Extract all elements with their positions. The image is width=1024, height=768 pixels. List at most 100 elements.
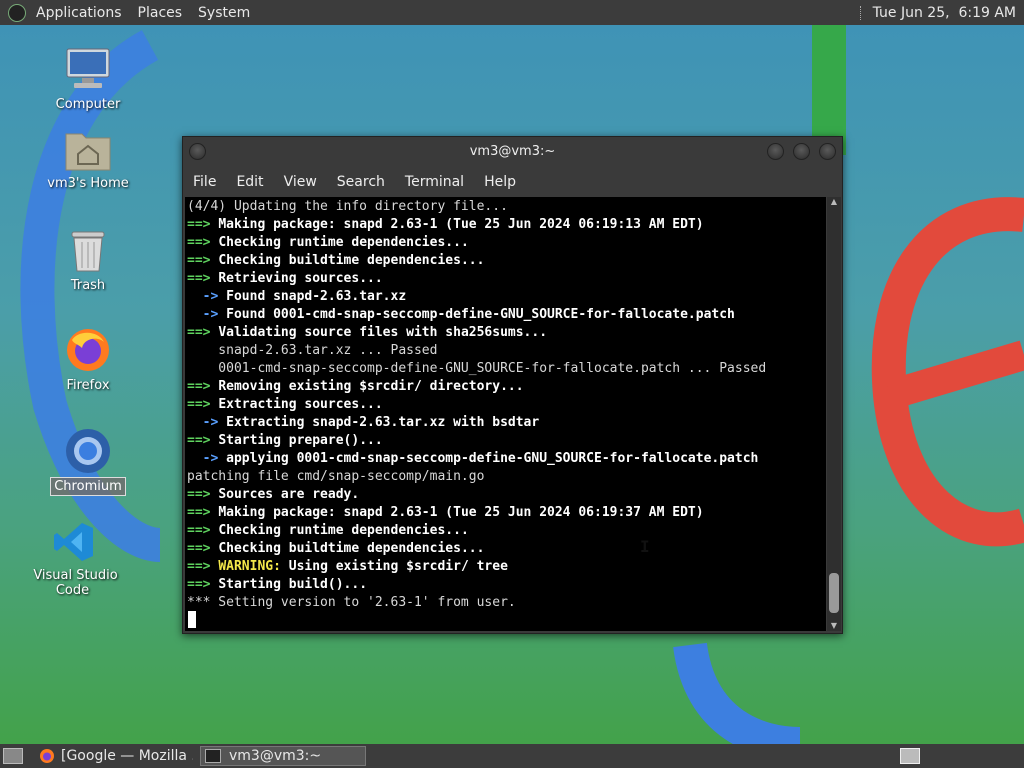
terminal-line-segment: ==> — [187, 235, 219, 250]
terminal-line-segment: patching file cmd/snap-seccomp/main.go — [187, 469, 485, 484]
terminal-line-segment: 0001-cmd-snap-seccomp-define-GNU_SOURCE-… — [187, 361, 767, 376]
terminal-line-segment: Starting build()... — [218, 577, 368, 592]
terminal-line-segment: ==> — [187, 523, 219, 538]
terminal-line-segment: Found 0001-cmd-snap-seccomp-define-GNU_S… — [226, 307, 735, 322]
terminal-line-segment: Extracting snapd-2.63.tar.xz with bsdtar — [226, 415, 540, 430]
menu-file[interactable]: File — [183, 174, 226, 190]
terminal-line-segment: *** Setting version to '2.63-1' from use… — [187, 595, 516, 610]
terminal-line-segment: -> — [187, 289, 227, 304]
desktop-icon-home[interactable]: vm3's Home — [33, 128, 143, 191]
terminal-line-segment: Removing existing $srcdir/ directory... — [218, 379, 524, 394]
scrollbar[interactable]: ▲ ▼ — [827, 197, 841, 631]
menu-terminal[interactable]: Terminal — [395, 174, 474, 190]
terminal-line-segment: applying 0001-cmd-snap-seccomp-define-GN… — [226, 451, 759, 466]
terminal-line-segment: Starting prepare()... — [218, 433, 383, 448]
show-desktop-button[interactable] — [3, 748, 23, 764]
terminal-icon — [205, 749, 221, 763]
minimize-button[interactable] — [767, 143, 784, 160]
maximize-button[interactable] — [793, 143, 810, 160]
desktop-icon-label: Computer — [55, 97, 121, 112]
places-menu[interactable]: Places — [130, 5, 191, 21]
home-folder-icon — [65, 133, 111, 171]
terminal-text: (4/4) Updating the info directory file..… — [185, 197, 826, 613]
terminal-line-segment: ==> — [187, 487, 219, 502]
scroll-up-arrow-icon[interactable]: ▲ — [827, 197, 841, 207]
terminal-line: ==> Checking buildtime dependencies... — [187, 540, 824, 558]
terminal-line: -> Extracting snapd-2.63.tar.xz with bsd… — [187, 414, 824, 432]
desktop-icon-vscode[interactable]: Visual Studio Code — [18, 520, 130, 598]
vscode-icon — [54, 523, 93, 561]
terminal-line-segment: Sources are ready. — [218, 487, 360, 502]
terminal-line-segment: Checking runtime dependencies... — [218, 523, 469, 538]
terminal-line: ==> Sources are ready. — [187, 486, 824, 504]
clock-area[interactable]: Tue Jun 25, 6:19 AM — [859, 0, 1020, 25]
window-titlebar[interactable]: vm3@vm3:~ — [183, 137, 842, 167]
terminal-menubar: File Edit View Search Terminal Help — [183, 167, 842, 197]
terminal-line: ==> Checking runtime dependencies... — [187, 234, 824, 252]
terminal-output[interactable]: (4/4) Updating the info directory file..… — [185, 197, 826, 631]
terminal-line-segment: ==> — [187, 253, 219, 268]
window-menu-button[interactable] — [189, 143, 206, 160]
terminal-line-segment: snapd-2.63.tar.xz ... Passed — [187, 343, 438, 358]
clock[interactable]: Tue Jun 25, 6:19 AM — [873, 5, 1020, 21]
terminal-line-segment: ==> — [187, 559, 219, 574]
text-cursor — [188, 611, 196, 628]
terminal-line: ==> Starting prepare()... — [187, 432, 824, 450]
terminal-line-segment: -> — [187, 451, 227, 466]
menu-view[interactable]: View — [274, 174, 327, 190]
terminal-line: ==> Retrieving sources... — [187, 270, 824, 288]
terminal-line-segment: ==> — [187, 217, 219, 232]
terminal-line-segment: ==> — [187, 271, 219, 286]
terminal-line: ==> Starting build()... — [187, 576, 824, 594]
terminal-line: 0001-cmd-snap-seccomp-define-GNU_SOURCE-… — [187, 360, 824, 378]
computer-icon — [66, 48, 110, 88]
terminal-line: -> Found snapd-2.63.tar.xz — [187, 288, 824, 306]
terminal-line-segment: WARNING: — [218, 559, 281, 574]
scroll-down-arrow-icon[interactable]: ▼ — [827, 621, 841, 631]
top-panel: Applications Places System Tue Jun 25, 6… — [0, 0, 1024, 25]
desktop-icon-computer[interactable]: Computer — [33, 45, 143, 112]
scrollbar-thumb[interactable] — [829, 573, 839, 613]
workspace-switcher[interactable] — [900, 748, 920, 764]
firefox-icon — [67, 329, 109, 371]
terminal-line-segment: Using existing $srcdir/ tree — [280, 559, 508, 574]
terminal-line: -> applying 0001-cmd-snap-seccomp-define… — [187, 450, 824, 468]
system-menu[interactable]: System — [190, 5, 258, 21]
desktop-icon-chromium[interactable]: Chromium — [33, 427, 143, 496]
menu-search[interactable]: Search — [327, 174, 395, 190]
terminal-line: ==> WARNING: Using existing $srcdir/ tre… — [187, 558, 824, 576]
terminal-line-segment: Checking buildtime dependencies... — [218, 541, 485, 556]
taskbar-item-firefox[interactable]: [Google — Mozilla ... — [35, 746, 197, 766]
terminal-line-segment: ==> — [187, 397, 219, 412]
terminal-line-segment: Making package: snapd 2.63-1 (Tue 25 Jun… — [218, 217, 704, 232]
close-button[interactable] — [819, 143, 836, 160]
terminal-line-segment: -> — [187, 415, 227, 430]
terminal-line-segment: ==> — [187, 433, 219, 448]
terminal-window[interactable]: vm3@vm3:~ File Edit View Search Terminal… — [182, 136, 843, 634]
desktop-icon-label: Trash — [70, 278, 106, 293]
terminal-line-segment: ==> — [187, 379, 219, 394]
desktop-icon-firefox[interactable]: Firefox — [33, 326, 143, 393]
desktop-icon-label: Visual Studio Code — [33, 568, 118, 598]
terminal-line-segment: -> — [187, 307, 227, 322]
desktop-icon-label: Chromium — [50, 477, 126, 496]
desktop-icon-trash[interactable]: Trash — [33, 228, 143, 293]
terminal-line: ==> Validating source files with sha256s… — [187, 324, 824, 342]
terminal-line: ==> Checking buildtime dependencies... — [187, 252, 824, 270]
terminal-line: ==> Making package: snapd 2.63-1 (Tue 25… — [187, 216, 824, 234]
applications-menu[interactable]: Applications — [28, 5, 130, 21]
terminal-line: patching file cmd/snap-seccomp/main.go — [187, 468, 824, 486]
terminal-line-segment: Validating source files with sha256sums.… — [218, 325, 548, 340]
terminal-line-segment: Checking buildtime dependencies... — [218, 253, 485, 268]
terminal-line-segment: ==> — [187, 577, 219, 592]
terminal-line-segment: Found snapd-2.63.tar.xz — [226, 289, 407, 304]
menu-edit[interactable]: Edit — [226, 174, 273, 190]
taskbar-item-label: vm3@vm3:~ — [229, 748, 322, 764]
terminal-line-segment: (4/4) Updating the info directory file..… — [187, 199, 508, 214]
terminal-line-segment: ==> — [187, 505, 219, 520]
taskbar-item-terminal[interactable]: vm3@vm3:~ — [200, 746, 366, 766]
chromium-icon — [66, 429, 110, 473]
desktop-icon-label: Firefox — [66, 378, 110, 393]
menu-help[interactable]: Help — [474, 174, 526, 190]
distro-logo-icon[interactable] — [8, 3, 26, 22]
